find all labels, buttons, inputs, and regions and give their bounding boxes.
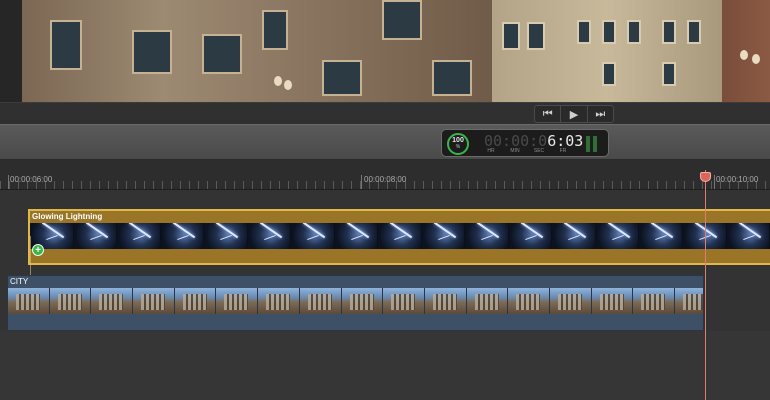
city-thumbnail xyxy=(133,288,175,314)
clip-filmstrip xyxy=(30,223,770,249)
clip-title: Glowing Lightning xyxy=(32,212,103,221)
city-thumbnail xyxy=(174,288,217,314)
lightning-thumbnail xyxy=(160,223,205,249)
clip-title: CITY xyxy=(10,277,29,286)
lightning-thumbnail xyxy=(334,223,379,249)
city-thumbnail xyxy=(591,288,634,314)
city-thumbnail xyxy=(675,288,703,314)
city-thumbnail xyxy=(8,288,50,314)
lightning-thumbnail xyxy=(508,223,553,249)
lightning-thumbnail xyxy=(552,223,596,249)
viewer-left-margin xyxy=(0,0,22,104)
skip-back-icon[interactable]: ⏮ xyxy=(535,106,562,122)
city-thumbnail xyxy=(466,288,509,314)
city-thumbnail xyxy=(216,288,259,314)
lightning-thumbnail xyxy=(291,223,335,249)
timecode-units: HR MIN SEC FR xyxy=(484,148,570,154)
lightning-thumbnail xyxy=(247,223,292,249)
ruler-label: 00:00:10:00 xyxy=(716,175,759,184)
percentage-indicator: 100 % xyxy=(447,133,469,155)
unit-sec: SEC xyxy=(533,148,545,154)
lightning-thumbnail xyxy=(204,223,248,249)
lightning-thumbnail xyxy=(726,223,770,249)
play-icon[interactable]: ▶ xyxy=(561,106,588,122)
viewer-frame-image xyxy=(22,0,770,102)
city-thumbnail xyxy=(508,288,550,314)
ruler-label: 00:00:06:00 xyxy=(10,175,53,184)
lightning-thumbnail xyxy=(465,223,509,249)
percentage-sign: % xyxy=(455,144,461,150)
unit-fr: FR xyxy=(559,148,567,154)
city-thumbnail xyxy=(299,288,342,314)
lightning-thumbnail xyxy=(117,223,161,249)
lightning-thumbnail xyxy=(73,223,118,249)
city-thumbnail xyxy=(549,288,592,314)
unit-hr: HR xyxy=(487,148,495,154)
lightning-thumbnail xyxy=(595,223,640,249)
lightning-thumbnail xyxy=(639,223,683,249)
ruler-label: 00:00:08:00 xyxy=(364,175,407,184)
percentage-value: 100 xyxy=(452,137,464,144)
toolbar: 100 % 00:00:06:03 HR MIN SEC FR xyxy=(0,124,770,160)
skimmer xyxy=(30,236,31,276)
playhead[interactable] xyxy=(705,170,706,400)
timeline-ruler[interactable]: 00:00:06:00 00:00:08:00 00:00:10:00 xyxy=(0,160,770,190)
transport-controls: ⏮ ▶ ⏭ xyxy=(534,105,614,123)
add-clip-icon: + xyxy=(32,244,44,256)
viewer-controls-bar: ⏮ ▶ ⏭ xyxy=(0,102,770,124)
clip-filmstrip xyxy=(8,288,703,314)
lightning-thumbnail xyxy=(421,223,466,249)
city-thumbnail xyxy=(49,288,92,314)
final-cut-window: ⏮ ▶ ⏭ 100 % 00:00:06:03 HR MIN SEC FR 00… xyxy=(0,0,770,400)
timecode-display[interactable]: 100 % 00:00:06:03 HR MIN SEC FR xyxy=(441,129,609,157)
skip-forward-icon[interactable]: ⏭ xyxy=(588,106,613,122)
viewer xyxy=(0,0,770,104)
unit-min: MIN xyxy=(510,148,520,154)
city-thumbnail xyxy=(633,288,675,314)
timeline-empty-area[interactable] xyxy=(0,331,770,400)
audio-meter-icon xyxy=(586,136,600,152)
city-thumbnail xyxy=(258,288,300,314)
city-thumbnail xyxy=(383,288,425,314)
clip-city[interactable]: CITY xyxy=(7,275,704,331)
city-thumbnail xyxy=(341,288,384,314)
playhead-handle[interactable] xyxy=(700,172,711,182)
lightning-thumbnail xyxy=(378,223,422,249)
city-thumbnail xyxy=(424,288,467,314)
clip-glowing-lightning[interactable]: Glowing Lightning xyxy=(28,209,770,265)
city-thumbnail xyxy=(91,288,134,314)
